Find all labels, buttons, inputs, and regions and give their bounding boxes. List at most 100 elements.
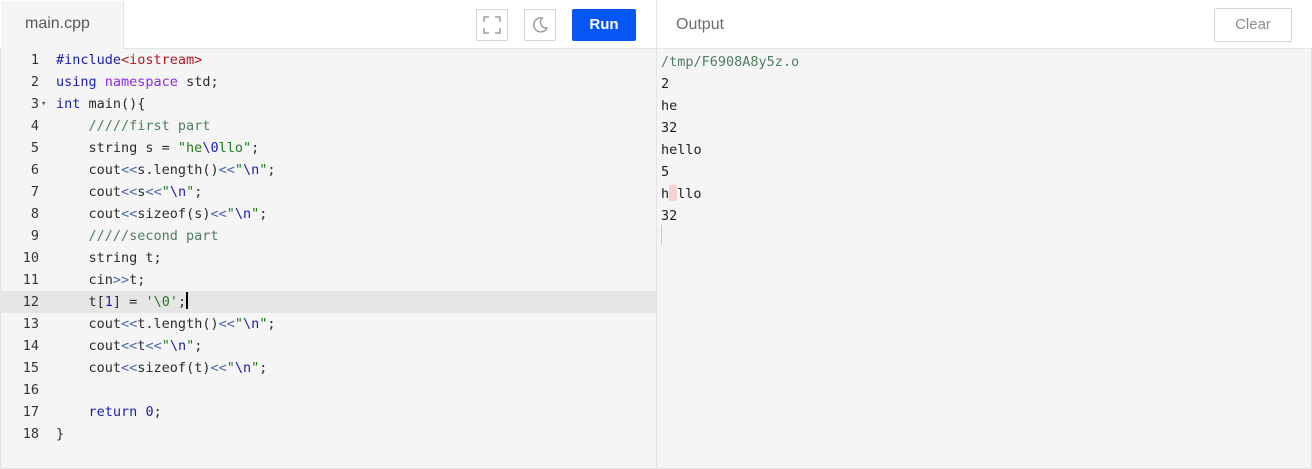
theme-toggle-button[interactable] [524, 9, 556, 41]
code-line[interactable]: 11 cin>>t; [1, 269, 656, 291]
code-line[interactable]: 12 t[1] = '\0'; [1, 291, 656, 313]
code-line[interactable]: 14 cout<<t<<"\n"; [1, 335, 656, 357]
code-token: ; [194, 184, 203, 200]
code-token: '\0' [145, 294, 178, 310]
output-line: 2 [661, 76, 670, 92]
code-line[interactable]: 10 string t; [1, 247, 656, 269]
code-line[interactable]: 17 return 0; [1, 401, 656, 423]
code-line[interactable]: 6 cout<<s.length()<<"\n"; [1, 159, 656, 181]
code-token: sizeof(s) [137, 206, 211, 222]
code-token: cout [56, 316, 122, 332]
line-number: 18 [22, 426, 39, 442]
code-line[interactable]: 9 /////second part [1, 225, 656, 247]
code-token: ; [194, 338, 203, 354]
code-token: ; [259, 360, 268, 376]
code-token: << [218, 316, 235, 332]
code-token: ; [177, 294, 187, 310]
line-number: 14 [22, 338, 39, 354]
code-line[interactable]: 8 cout<<sizeof(s)<<"\n"; [1, 203, 656, 225]
code-token: << [121, 338, 138, 354]
output-caret [661, 225, 662, 245]
code-token: ; [153, 404, 162, 420]
code-text: return 0; [56, 401, 162, 423]
code-text: cin>>t; [56, 269, 146, 291]
code-token: 0 [145, 404, 154, 420]
clear-button[interactable]: Clear [1214, 8, 1292, 42]
line-number: 11 [22, 272, 39, 288]
code-token: ; [259, 206, 268, 222]
code-token: s.length() [137, 162, 219, 178]
code-token: \n [234, 206, 252, 222]
line-number: 6 [30, 162, 39, 178]
code-token: \n [242, 316, 260, 332]
code-token: \n [169, 184, 187, 200]
code-line[interactable]: 5 string s = "he\0llo"; [1, 137, 656, 159]
code-text: string t; [56, 247, 162, 269]
code-token: \n [169, 338, 187, 354]
output-line: 5 [661, 164, 670, 180]
output-panel: /tmp/F6908A8y5z.o 2 he 32 hello 5 h llo 32 [657, 49, 1311, 468]
code-token: ] = [112, 294, 146, 310]
fullscreen-icon [483, 16, 501, 34]
code-token: string s = [56, 140, 178, 156]
code-token: << [210, 206, 227, 222]
code-text: } [56, 423, 64, 445]
line-number: 4 [30, 118, 39, 134]
code-token: << [145, 184, 162, 200]
code-editor[interactable]: 1 #include<iostream> 2 using namespace std;… [1, 49, 656, 468]
code-line[interactable]: 18} [1, 423, 656, 445]
code-line[interactable]: 4 /////first part [1, 115, 656, 137]
line-number: 13 [22, 316, 39, 332]
run-button[interactable]: Run [572, 9, 636, 41]
code-token: } [56, 426, 65, 442]
code-line[interactable]: 2 using namespace std; [1, 71, 656, 93]
code-text: cout<<sizeof(t)<<"\n"; [56, 357, 268, 379]
code-text: cout<<s.length()<<"\n"; [56, 159, 276, 181]
code-token: "he [177, 140, 203, 156]
code-token: " [161, 338, 170, 354]
code-token: >> [112, 272, 130, 288]
fullscreen-button[interactable] [476, 9, 508, 41]
line-number: 12 [22, 294, 39, 310]
code-token: cout [56, 206, 122, 222]
fold-arrow-icon[interactable]: ▾ [41, 93, 46, 115]
code-token: t.length() [137, 316, 219, 332]
line-number: 5 [30, 140, 39, 156]
output-line: hello [661, 142, 702, 158]
code-token: std; [177, 74, 219, 90]
code-token: cin [56, 272, 113, 288]
code-line[interactable]: 1 #include<iostream> [1, 49, 656, 71]
code-token: cout [56, 338, 122, 354]
code-token: #include [56, 52, 122, 68]
code-token: ; [251, 140, 260, 156]
output-text: llo [677, 186, 702, 202]
code-line[interactable]: 7 cout<<s<<"\n"; [1, 181, 656, 203]
code-line[interactable]: 3 ▾ int main(){ [1, 93, 656, 115]
code-text: int main(){ [56, 93, 145, 115]
code-line[interactable]: 16 [1, 379, 656, 401]
code-text: cout<<sizeof(s)<<"\n"; [56, 203, 268, 225]
code-token: \n [242, 162, 260, 178]
code-token: << [121, 184, 138, 200]
code-token: /////first part [56, 118, 211, 134]
code-token: << [121, 162, 138, 178]
line-number: 8 [30, 206, 39, 222]
line-number: 15 [22, 360, 39, 376]
output-line: 32 [661, 120, 678, 136]
code-text: #include<iostream> [56, 49, 202, 71]
code-token: main(){ [80, 96, 146, 112]
code-token: << [218, 162, 235, 178]
file-tab-main-cpp[interactable]: main.cpp [1, 1, 124, 49]
code-line[interactable]: 15 cout<<sizeof(t)<<"\n"; [1, 357, 656, 379]
code-line[interactable]: 13 cout<<t.length()<<"\n"; [1, 313, 656, 335]
code-token: << [210, 360, 227, 376]
code-token: \0 [202, 140, 219, 156]
code-token: t; [129, 272, 146, 288]
code-token: using [56, 74, 97, 90]
code-token: " [234, 162, 243, 178]
code-token: /////second part [56, 228, 219, 244]
code-token: cout [56, 184, 122, 200]
code-token: << [121, 206, 138, 222]
code-token: cout [56, 162, 122, 178]
